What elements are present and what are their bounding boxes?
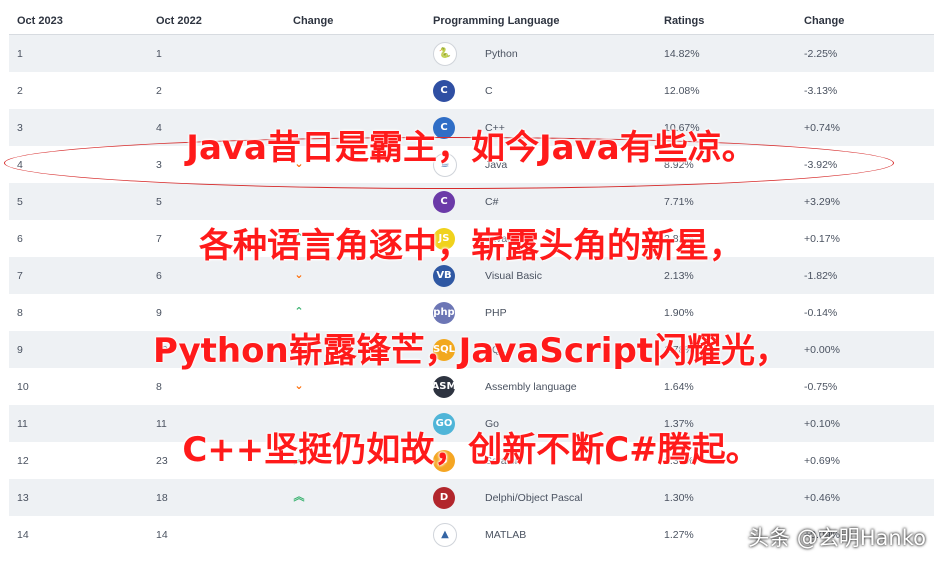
csharp-icon: C — [433, 190, 455, 213]
tiobe-index-table: Oct 2023 Oct 2022 Change Programming Lan… — [9, 7, 934, 553]
rating-value: 1.64% — [664, 380, 694, 393]
rating-change: +0.46% — [804, 491, 840, 504]
trend-indicator — [293, 183, 305, 220]
table-row[interactable]: 10 8 ⌄ ASM Assembly language 1.64% -0.75% — [9, 368, 934, 405]
double-up-arrow-icon: ︽ — [293, 491, 305, 503]
assembly-icon: ASM — [432, 375, 456, 398]
header-change-percent[interactable]: Change — [804, 7, 844, 34]
watermark: 头条 @玄明Hanko — [748, 526, 926, 550]
down-arrow-icon: ⌄ — [294, 380, 304, 392]
matlab-icon: ▲ — [433, 522, 457, 547]
trend-indicator: ︽ — [293, 479, 305, 516]
header-programming-language[interactable]: Programming Language — [433, 7, 560, 34]
rank-current: 10 — [17, 380, 29, 393]
c-icon: C — [433, 79, 455, 102]
rating-value: 7.71% — [664, 195, 694, 208]
rating-change: -3.13% — [804, 84, 838, 97]
rating-value: 1.30% — [664, 491, 694, 504]
overlay-caption-line-3: Python崭露锋芒，JavaScript闪耀光， — [152, 331, 790, 371]
language-icon-cell: C — [433, 72, 455, 109]
php-icon: php — [433, 301, 455, 324]
language-name[interactable]: Delphi/Object Pascal — [485, 479, 582, 516]
rank-previous: 5 — [156, 195, 162, 208]
header-oct-2022[interactable]: Oct 2022 — [156, 7, 202, 34]
rank-current: 2 — [17, 84, 23, 97]
rank-current: 14 — [17, 528, 29, 541]
overlay-caption-line-2: 各种语言角逐中，崭露头角的新星， — [199, 226, 743, 266]
rating-value: 12.08% — [664, 84, 700, 97]
trend-indicator: ⌄ — [293, 368, 305, 405]
up-arrow-icon: ⌃ — [294, 306, 304, 318]
rank-previous: 14 — [156, 528, 168, 541]
language-icon-cell: D — [433, 479, 455, 516]
rank-previous: 1 — [156, 47, 162, 60]
down-arrow-icon: ⌄ — [294, 269, 304, 281]
table-row[interactable]: 2 2 C C 12.08% -3.13% — [9, 72, 934, 109]
rank-current: 13 — [17, 491, 29, 504]
rating-change: -0.75% — [804, 380, 838, 393]
header-oct-2023[interactable]: Oct 2023 — [17, 7, 63, 34]
table-header: Oct 2023 Oct 2022 Change Programming Lan… — [9, 7, 934, 35]
language-icon-cell: ▲ — [433, 516, 457, 553]
language-name[interactable]: Assembly language — [485, 368, 577, 405]
header-change[interactable]: Change — [293, 7, 333, 34]
overlay-caption-line-1: Java昔日是霸主，如今Java有些凉。 — [186, 128, 756, 168]
language-icon-cell: 🐍 — [433, 35, 457, 72]
language-name[interactable]: MATLAB — [485, 516, 526, 553]
rank-previous: 8 — [156, 380, 162, 393]
visual-basic-icon: VB — [433, 264, 455, 287]
python-icon: 🐍 — [433, 41, 457, 66]
overlay-caption-line-4: C++坚挺仍如故，创新不断C#腾起。 — [182, 430, 760, 470]
trend-indicator — [293, 35, 305, 72]
rank-previous: 2 — [156, 84, 162, 97]
rating-value: 14.82% — [664, 47, 700, 60]
language-name[interactable]: Python — [485, 35, 518, 72]
rating-change: -2.25% — [804, 47, 838, 60]
table-row[interactable]: 13 18 ︽ D Delphi/Object Pascal 1.30% +0.46% — [9, 479, 934, 516]
delphi-icon: D — [433, 486, 455, 509]
header-ratings[interactable]: Ratings — [664, 7, 704, 34]
trend-indicator — [293, 72, 305, 109]
rating-value: 1.27% — [664, 528, 694, 541]
rating-change: +3.29% — [804, 195, 840, 208]
rank-current: 1 — [17, 47, 23, 60]
rank-current: 5 — [17, 195, 23, 208]
language-icon-cell: ASM — [432, 368, 456, 405]
rank-previous: 18 — [156, 491, 168, 504]
table-row[interactable]: 1 1 🐍 Python 14.82% -2.25% — [9, 35, 934, 72]
trend-indicator — [293, 516, 305, 553]
language-name[interactable]: C — [485, 72, 493, 109]
table-body: 1 1 🐍 Python 14.82% -2.25% 2 2 C C 12.08% -3.13% 3 4 C… — [9, 35, 934, 553]
